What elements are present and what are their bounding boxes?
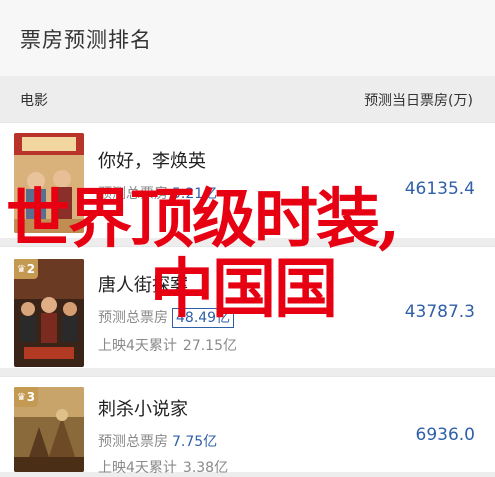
total-forecast-label: 预测总票房 [98,186,168,202]
movie-row-1[interactable]: 你好，李焕英 预测总票房 5.21亿 46135.4 [0,122,495,238]
total-forecast: 预测总票房 48.49亿 [98,307,235,328]
total-forecast-value: 5.21亿 [172,186,218,202]
crown-icon: ♛ [16,391,26,403]
crown-icon: ♛ [16,263,26,275]
movie-row-2[interactable]: ♛ 2 唐人街探案 预测总票房 48.49亿 上映4天累计 27.15亿 43787.… [0,246,495,368]
movie-poster[interactable]: ♛ 2 [14,259,84,367]
cumulative-box-office: 上映4天累计 27.15亿 [98,335,237,355]
cumulative-value: 3.38亿 [182,460,229,476]
movie-row-3[interactable]: ♛ 3 刺杀小说家 预测总票房 7.75亿 上映4天累计 3.38亿 6936.0 [0,376,495,476]
total-forecast: 预测总票房 5.21亿 [98,183,217,203]
rank-badge: ♛ 3 [14,387,38,407]
page-title: 票房预测排名 [20,28,152,52]
total-forecast: 预测总票房 7.75亿 [98,431,217,451]
daily-forecast-value: 6936.0 [415,425,475,445]
total-forecast-value: 7.75亿 [172,434,218,450]
rank-number: 2 [26,262,36,276]
rank-badge: ♛ 2 [14,259,38,279]
movie-name[interactable]: 唐人街探案 [98,271,188,297]
total-forecast-label: 预测总票房 [98,434,168,450]
movie-name[interactable]: 刺杀小说家 [98,395,188,421]
cumulative-label: 上映4天累计 [98,460,177,476]
daily-forecast-value: 46135.4 [404,179,475,199]
cumulative-label: 上映4天累计 [98,338,177,354]
total-forecast-label: 预测总票房 [98,310,168,326]
column-header-row: 电影 预测当日票房(万) [0,76,495,122]
movie-name[interactable]: 你好，李焕英 [98,147,206,173]
total-forecast-value: 48.49亿 [172,308,235,328]
title-bar: 票房预测排名 [0,0,495,77]
rank-number: 3 [26,390,36,404]
column-header-movie: 电影 [20,93,48,109]
cumulative-box-office: 上映4天累计 3.38亿 [98,457,228,477]
daily-forecast-value: 43787.3 [404,302,475,322]
column-header-forecast[interactable]: 预测当日票房(万) [364,90,473,110]
movie-poster[interactable]: ♛ 3 [14,387,84,472]
movie-poster[interactable] [14,133,84,233]
cumulative-value: 27.15亿 [182,338,238,354]
